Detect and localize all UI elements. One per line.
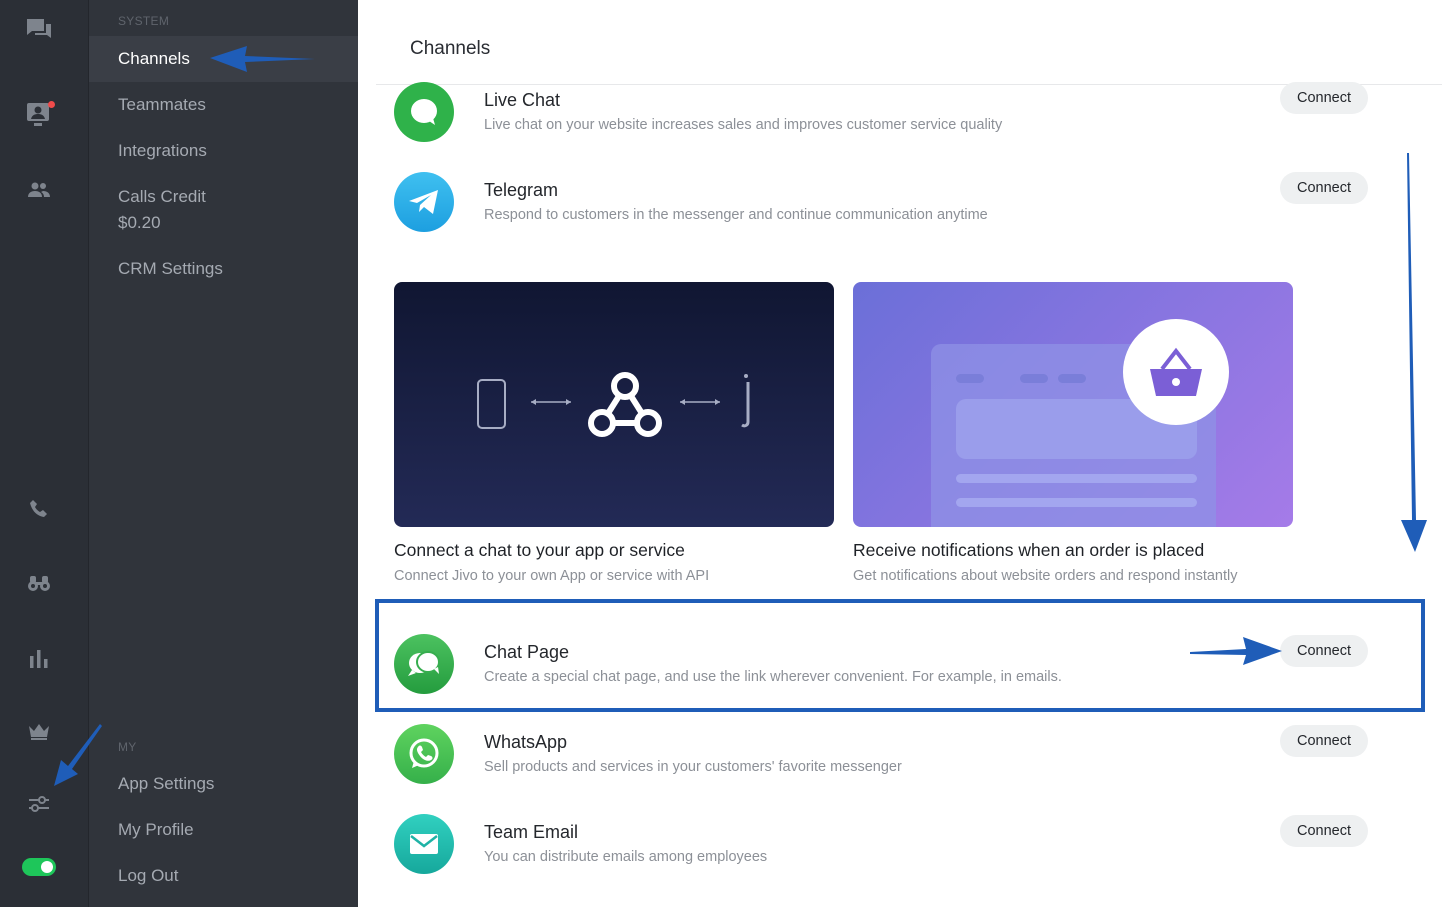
channel-name: Telegram: [484, 180, 559, 200]
channel-description: You can distribute emails among employee…: [484, 849, 768, 865]
menu-item-my-profile[interactable]: My Profile: [89, 817, 358, 843]
channel-row-whatsapp: WhatsApp Sell products and services in y…: [394, 724, 1368, 786]
crown-icon[interactable]: [24, 716, 54, 746]
notification-dot: [48, 101, 55, 108]
email-icon: [394, 814, 454, 874]
channel-description: Live chat on your website increases sale…: [484, 117, 1003, 133]
card-description: Connect Jivo to your own App or service …: [394, 568, 710, 584]
telegram-icon: [394, 172, 454, 232]
connect-button-team-email[interactable]: Connect: [1280, 815, 1368, 847]
channel-row-live-chat: Live Chat Live chat on your website incr…: [394, 82, 1368, 144]
channel-description: Respond to customers in the messenger an…: [484, 207, 988, 223]
card-description: Get notifications about website orders a…: [853, 568, 1238, 584]
card-order-notifications[interactable]: Receive notifications when an order is p…: [853, 282, 1293, 584]
team-icon[interactable]: [24, 175, 54, 205]
connect-button-telegram[interactable]: Connect: [1280, 172, 1368, 204]
menu-item-teammates[interactable]: Teammates: [89, 92, 358, 118]
settings-menu: SYSTEM Channels Teammates Integrations C…: [89, 0, 358, 907]
icon-rail: [0, 0, 89, 907]
chats-icon[interactable]: [24, 15, 54, 45]
menu-item-calls-credit[interactable]: Calls Credit $0.20: [89, 184, 358, 236]
channel-row-team-email: Team Email You can distribute emails amo…: [394, 814, 1368, 876]
page-title: Channels: [410, 38, 491, 59]
card-title: Connect a chat to your app or service: [394, 540, 685, 560]
connect-button-whatsapp[interactable]: Connect: [1280, 725, 1368, 757]
menu-item-channels[interactable]: Channels: [89, 36, 358, 82]
section-label-system: SYSTEM: [118, 14, 170, 28]
visitors-icon[interactable]: [24, 99, 55, 129]
calls-credit-amount: $0.20: [118, 213, 161, 232]
menu-item-integrations[interactable]: Integrations: [89, 138, 358, 164]
section-label-my: MY: [118, 740, 137, 754]
phone-icon[interactable]: [24, 494, 54, 524]
menu-item-log-out[interactable]: Log Out: [89, 863, 358, 889]
calls-credit-label: Calls Credit: [118, 187, 206, 206]
channel-name: WhatsApp: [484, 732, 568, 752]
order-banner-image: [853, 282, 1293, 527]
whatsapp-icon: [394, 724, 454, 784]
live-chat-icon: [394, 82, 454, 142]
app-window: SYSTEM Channels Teammates Integrations C…: [0, 0, 1442, 907]
chat-page-highlight-box: [375, 599, 1425, 712]
api-banner-image: [394, 282, 834, 527]
card-title: Receive notifications when an order is p…: [853, 540, 1205, 560]
settings-sliders-icon[interactable]: [24, 789, 54, 819]
connect-button-live-chat[interactable]: Connect: [1280, 82, 1368, 114]
menu-item-crm-settings[interactable]: CRM Settings: [89, 256, 358, 282]
channel-row-telegram: Telegram Respond to customers in the mes…: [394, 172, 1368, 234]
channel-description: Sell products and services in your custo…: [484, 759, 902, 775]
status-toggle[interactable]: [22, 858, 56, 876]
binoculars-icon[interactable]: [24, 568, 54, 598]
menu-item-app-settings[interactable]: App Settings: [89, 771, 358, 797]
main-content: Channels Live Chat Live chat on your web…: [358, 0, 1442, 907]
channel-name: Team Email: [484, 822, 579, 842]
channel-name: Live Chat: [484, 90, 561, 110]
stats-icon[interactable]: [24, 643, 54, 673]
card-api-integration[interactable]: Connect a chat to your app or service Co…: [394, 282, 834, 584]
